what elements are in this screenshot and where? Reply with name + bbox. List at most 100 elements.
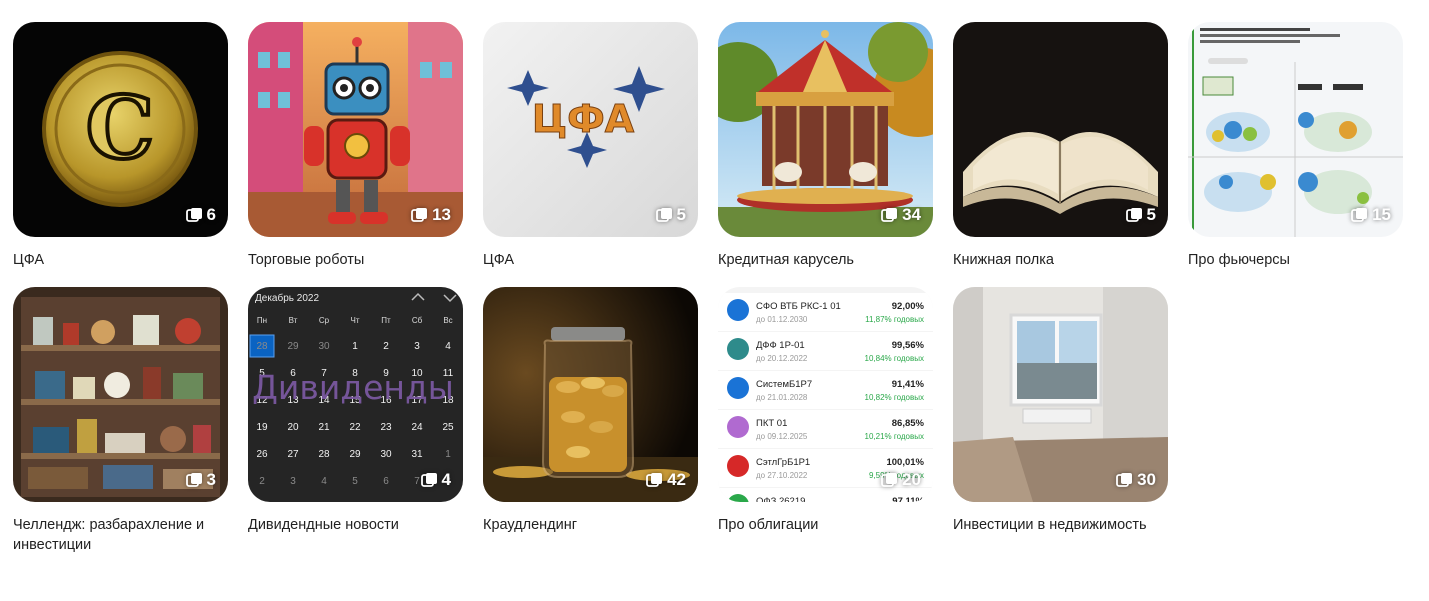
calendar-day: 21	[318, 422, 330, 433]
calendar-day: 26	[256, 449, 268, 460]
infographic-image[interactable]: 15	[1188, 22, 1403, 237]
weekday-label: Пт	[381, 316, 391, 325]
calendar-day: 3	[290, 476, 296, 487]
bond-name: ДФФ 1Р-01	[756, 340, 805, 351]
stack-icon	[646, 472, 663, 487]
bond-maturity: до 09.12.2025	[756, 432, 808, 441]
cluttered-shelf-image[interactable]: 3	[13, 287, 228, 502]
open-book-image[interactable]: 5	[953, 22, 1168, 237]
calendar-day: 7	[414, 476, 420, 487]
collection-title[interactable]: Дивидендные новости	[248, 515, 463, 535]
posts-count: 5	[655, 205, 686, 225]
bond-price: 97,11%	[892, 496, 924, 502]
posts-count: 30	[1116, 470, 1156, 490]
bond-yield: 10,84% годовых	[865, 354, 925, 363]
calendar-day: 4	[321, 476, 327, 487]
gold-coin-image[interactable]: C 6	[13, 22, 228, 237]
bond-price: 91,41%	[892, 379, 925, 390]
collection-card[interactable]: 5 Книжная полка	[953, 22, 1168, 287]
posts-count: 3	[185, 470, 216, 490]
stack-icon	[1351, 207, 1368, 222]
calendar-day: 24	[411, 422, 423, 433]
collection-card[interactable]: 42 Краудлендинг	[483, 287, 698, 555]
calendar-day: 1	[352, 341, 358, 352]
calendar-day: 30	[380, 449, 392, 460]
calendar-day: 5	[352, 476, 358, 487]
bond-issuer-logo	[727, 455, 749, 477]
collection-card[interactable]: 34 Кредитная карусель	[718, 22, 933, 287]
collection-title[interactable]: ЦФА	[483, 250, 698, 270]
bond-name: ОФЗ 26219	[756, 496, 805, 502]
calendar-day: 29	[349, 449, 361, 460]
calendar-day: 6	[383, 476, 389, 487]
collections-grid: C 6 ЦФА 13 Торговые роботы ЦФА 5 ЦФА 34 …	[13, 22, 1403, 555]
collection-title[interactable]: Торговые роботы	[248, 250, 463, 270]
empty-room-image[interactable]: 30	[953, 287, 1168, 502]
bond-issuer-logo	[727, 377, 749, 399]
calendar-day: 22	[349, 422, 361, 433]
weekday-label: Пн	[257, 316, 267, 325]
collection-card[interactable]: C 6 ЦФА	[13, 22, 228, 287]
svg-text:ЦФА: ЦФА	[532, 97, 635, 141]
bond-price: 92,00%	[892, 301, 925, 312]
bond-name: ПКТ 01	[756, 418, 787, 429]
weekday-label: Чт	[351, 316, 360, 325]
weekday-label: Ср	[319, 316, 330, 325]
collection-title[interactable]: ЦФА	[13, 250, 228, 270]
collection-title[interactable]: Книжная полка	[953, 250, 1168, 270]
collection-card[interactable]: 30 Инвестиции в недвижимость	[953, 287, 1168, 555]
stack-icon	[1116, 472, 1133, 487]
collection-title[interactable]: Кредитная карусель	[718, 250, 933, 270]
calendar-day: 19	[256, 422, 268, 433]
calendar-day: 1	[445, 449, 451, 460]
posts-count: 42	[646, 470, 686, 490]
calendar-day: 28	[318, 449, 330, 460]
posts-count: 13	[411, 205, 451, 225]
bond-price: 100,01%	[886, 457, 924, 468]
calendar-day: 25	[442, 422, 454, 433]
bond-name: СистемБ1Р7	[756, 379, 812, 390]
cfa-stars-image[interactable]: ЦФА 5	[483, 22, 698, 237]
collection-card[interactable]: 15 Про фьючерсы	[1188, 22, 1403, 287]
bond-maturity: до 21.01.2028	[756, 393, 808, 402]
posts-count: 34	[881, 205, 921, 225]
coin-jar-image[interactable]: 42	[483, 287, 698, 502]
collection-card[interactable]: Декабрь 2022 Пн Вт Ср Чт Пт Сб Вс 28 29 30 1 2 3 4 5 6 7…	[248, 287, 463, 555]
collection-card[interactable]: ЦФА 5 ЦФА	[483, 22, 698, 287]
bond-issuer-logo	[727, 299, 749, 321]
collection-title[interactable]: Инвестиции в недвижимость	[953, 515, 1168, 535]
calendar-day: 30	[318, 341, 330, 352]
calendar-day: 2	[259, 476, 265, 487]
collection-card[interactable]: 13 Торговые роботы	[248, 22, 463, 287]
collection-title[interactable]: Про облигации	[718, 515, 933, 535]
posts-count: 20	[881, 470, 921, 490]
posts-count: 6	[185, 205, 216, 225]
bond-price: 99,56%	[892, 340, 925, 351]
bond-row	[718, 371, 933, 409]
robot-image[interactable]: 13	[248, 22, 463, 237]
stack-icon	[185, 472, 202, 487]
collection-card[interactable]: СФО ВТБ РКС-1 01 до 01.12.2030 92,00% 11,87…	[718, 287, 933, 555]
carousel-image[interactable]: 34	[718, 22, 933, 237]
calendar-day: 23	[380, 422, 392, 433]
bond-maturity: до 01.12.2030	[756, 315, 808, 324]
bond-price: 86,85%	[892, 418, 925, 429]
stack-icon	[185, 207, 202, 222]
weekday-label: Вс	[443, 316, 452, 325]
collection-title[interactable]: Про фьючерсы	[1188, 250, 1403, 270]
stack-icon	[881, 207, 898, 222]
posts-count: 15	[1351, 205, 1391, 225]
stack-icon	[420, 472, 437, 487]
bond-row	[718, 410, 933, 448]
posts-count: 5	[1125, 205, 1156, 225]
calendar-day: 4	[445, 341, 451, 352]
stack-icon	[1125, 207, 1142, 222]
collection-title[interactable]: Челлендж: разбарахление и инвестиции	[13, 515, 228, 555]
bond-name: СФО ВТБ РКС-1 01	[756, 301, 841, 312]
collection-title[interactable]: Краудлендинг	[483, 515, 698, 535]
bond-yield: 10,82% годовых	[865, 393, 925, 402]
calendar-image[interactable]: Декабрь 2022 Пн Вт Ср Чт Пт Сб Вс 28 29 30 1 2 3 4 5 6 7…	[248, 287, 463, 502]
bonds-list-image[interactable]: СФО ВТБ РКС-1 01 до 01.12.2030 92,00% 11,87…	[718, 287, 933, 502]
collection-card[interactable]: 3 Челлендж: разбарахление и инвестиции	[13, 287, 228, 555]
svg-text:Дивиденды: Дивиденды	[252, 368, 454, 407]
